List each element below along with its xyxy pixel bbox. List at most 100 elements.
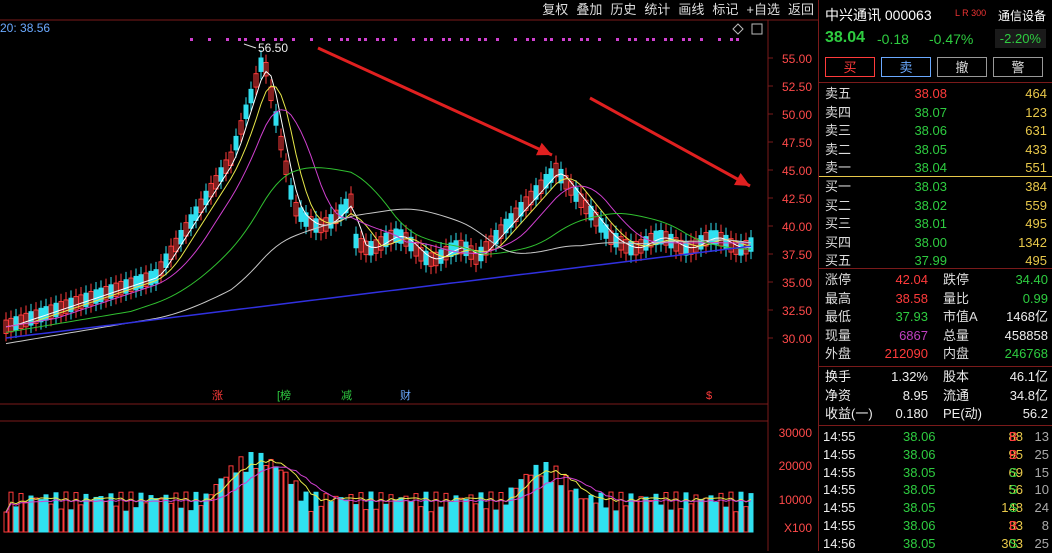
tick-time: 14:55 <box>823 429 856 444</box>
stat-value: 8.95 <box>902 387 928 403</box>
trade-button-1[interactable]: 卖 <box>881 57 931 77</box>
candle-body <box>188 214 194 229</box>
signal-dot <box>628 38 631 41</box>
volume-bar <box>78 504 84 533</box>
volume-bar <box>8 491 14 533</box>
volume-bar <box>193 491 199 533</box>
bids-label: 买五 <box>825 253 852 269</box>
bids-volume: 1342 <box>1018 234 1047 250</box>
volume-bar <box>648 500 654 533</box>
volume-bar <box>38 499 44 533</box>
tick-side: B <box>1009 518 1018 533</box>
signal-dot <box>364 38 367 41</box>
stat-label: 跌停 <box>943 272 970 287</box>
volume-bar <box>353 504 359 533</box>
volume-bar <box>398 497 404 533</box>
price-axis-label: 55.00 <box>782 52 812 66</box>
volume-bar <box>383 503 389 533</box>
volume-bar <box>123 510 129 533</box>
volume-bar <box>63 491 69 533</box>
volume-bar <box>68 509 74 533</box>
volume-bar <box>88 499 94 533</box>
kline-chart-area[interactable]: 复权 叠加 历史 统计 画线 标记 +自选 返回 55.00 52.50 50.00 47.50 45… <box>0 0 818 551</box>
volume-bar <box>623 505 629 533</box>
candle-body <box>218 167 224 182</box>
signal-dot <box>382 38 385 41</box>
signal-dot <box>568 38 571 41</box>
tick-row: 14:55 38.05 148 S 24 <box>823 499 1049 517</box>
candle-body <box>313 218 319 233</box>
sector-name[interactable]: 通信设备 <box>998 7 1046 24</box>
volume-bar <box>308 510 314 533</box>
signal-dot <box>670 38 673 41</box>
bids-price: 37.99 <box>914 253 947 269</box>
stat-label: 总量 <box>943 327 970 343</box>
volume-bar <box>48 503 54 533</box>
candle-body <box>248 88 254 104</box>
candle-body <box>163 253 169 268</box>
signal-dot <box>586 38 589 41</box>
volume-bar <box>293 480 299 533</box>
signal-dot <box>664 38 667 41</box>
asks-label: 卖五 <box>825 86 852 101</box>
volume-bar <box>688 503 694 533</box>
volume-bar <box>198 505 204 533</box>
volume-bar <box>363 509 369 533</box>
volume-bar <box>738 491 744 533</box>
asks-row: 卖五 38.08 464 <box>825 85 1047 102</box>
tick-count: 10 <box>1034 482 1049 498</box>
trade-button-0[interactable]: 买 <box>825 57 875 77</box>
stock-code: 000063 <box>884 7 932 23</box>
tick-time: 14:55 <box>823 464 856 480</box>
signal-dot <box>460 38 463 41</box>
kline-svg[interactable]: 55.00 52.50 50.00 47.50 45.00 42.50 40.00 37.50… <box>0 0 818 551</box>
stat-value: 0.180 <box>895 406 928 421</box>
tick-side: B <box>1009 446 1018 462</box>
bids-row: 买二 38.02 559 <box>825 197 1047 214</box>
volume-bar <box>563 474 569 533</box>
volume-bar <box>283 471 289 533</box>
volume-bar <box>723 506 729 533</box>
event-marker: $ <box>706 390 712 402</box>
index-badge: L R 300 <box>955 8 987 18</box>
quote-panel: 中兴通讯 000063 L R 300 通信设备 38.04 -0.18 -0.… <box>818 0 1052 551</box>
volume-bar <box>553 465 559 533</box>
candle-body <box>353 233 359 249</box>
tick-price: 38.05 <box>903 535 936 551</box>
stat-value: 37.93 <box>895 309 928 324</box>
stat-value: 1.32% <box>891 369 928 384</box>
price-axis-label: 45.00 <box>782 164 812 178</box>
candle-body <box>298 207 304 222</box>
event-marker: 涨 <box>212 389 223 402</box>
signal-dot <box>376 38 379 41</box>
trade-button-3[interactable]: 警 <box>993 57 1043 77</box>
stat-label: 量比 <box>943 290 970 306</box>
price-axis-label: 32.50 <box>782 304 812 318</box>
volume-bar <box>213 484 219 533</box>
volume-bar <box>588 494 594 533</box>
volume-bar <box>298 500 304 533</box>
volume-bar <box>698 498 704 533</box>
peak-label: 56.50 <box>258 41 288 55</box>
bids-volume: 559 <box>1025 197 1047 213</box>
price-change: -0.18 <box>877 31 909 47</box>
volume-bar <box>288 483 294 533</box>
bids-row: 买五 37.99 495 <box>825 252 1047 269</box>
tick-side: S <box>1009 464 1018 480</box>
volume-bar <box>538 475 544 533</box>
signal-dot <box>424 38 427 41</box>
volume-bar <box>473 503 479 533</box>
event-marker: 减 <box>341 389 352 402</box>
bids-price: 38.01 <box>914 216 947 232</box>
price-axis-label: 35.00 <box>782 276 812 290</box>
volume-bar <box>418 506 424 533</box>
volume-bar <box>133 507 139 533</box>
trade-button-2[interactable]: 撤 <box>937 57 987 77</box>
stat-label: 换手 <box>825 369 852 384</box>
asks-row: 卖二 38.05 433 <box>825 141 1047 158</box>
panel-toggle-icon <box>751 23 763 35</box>
signal-dot <box>718 38 721 41</box>
volume-bar <box>258 452 264 533</box>
tick-time: 14:56 <box>823 535 856 551</box>
tick-row: 14:55 38.06 95 B 25 <box>823 446 1049 464</box>
